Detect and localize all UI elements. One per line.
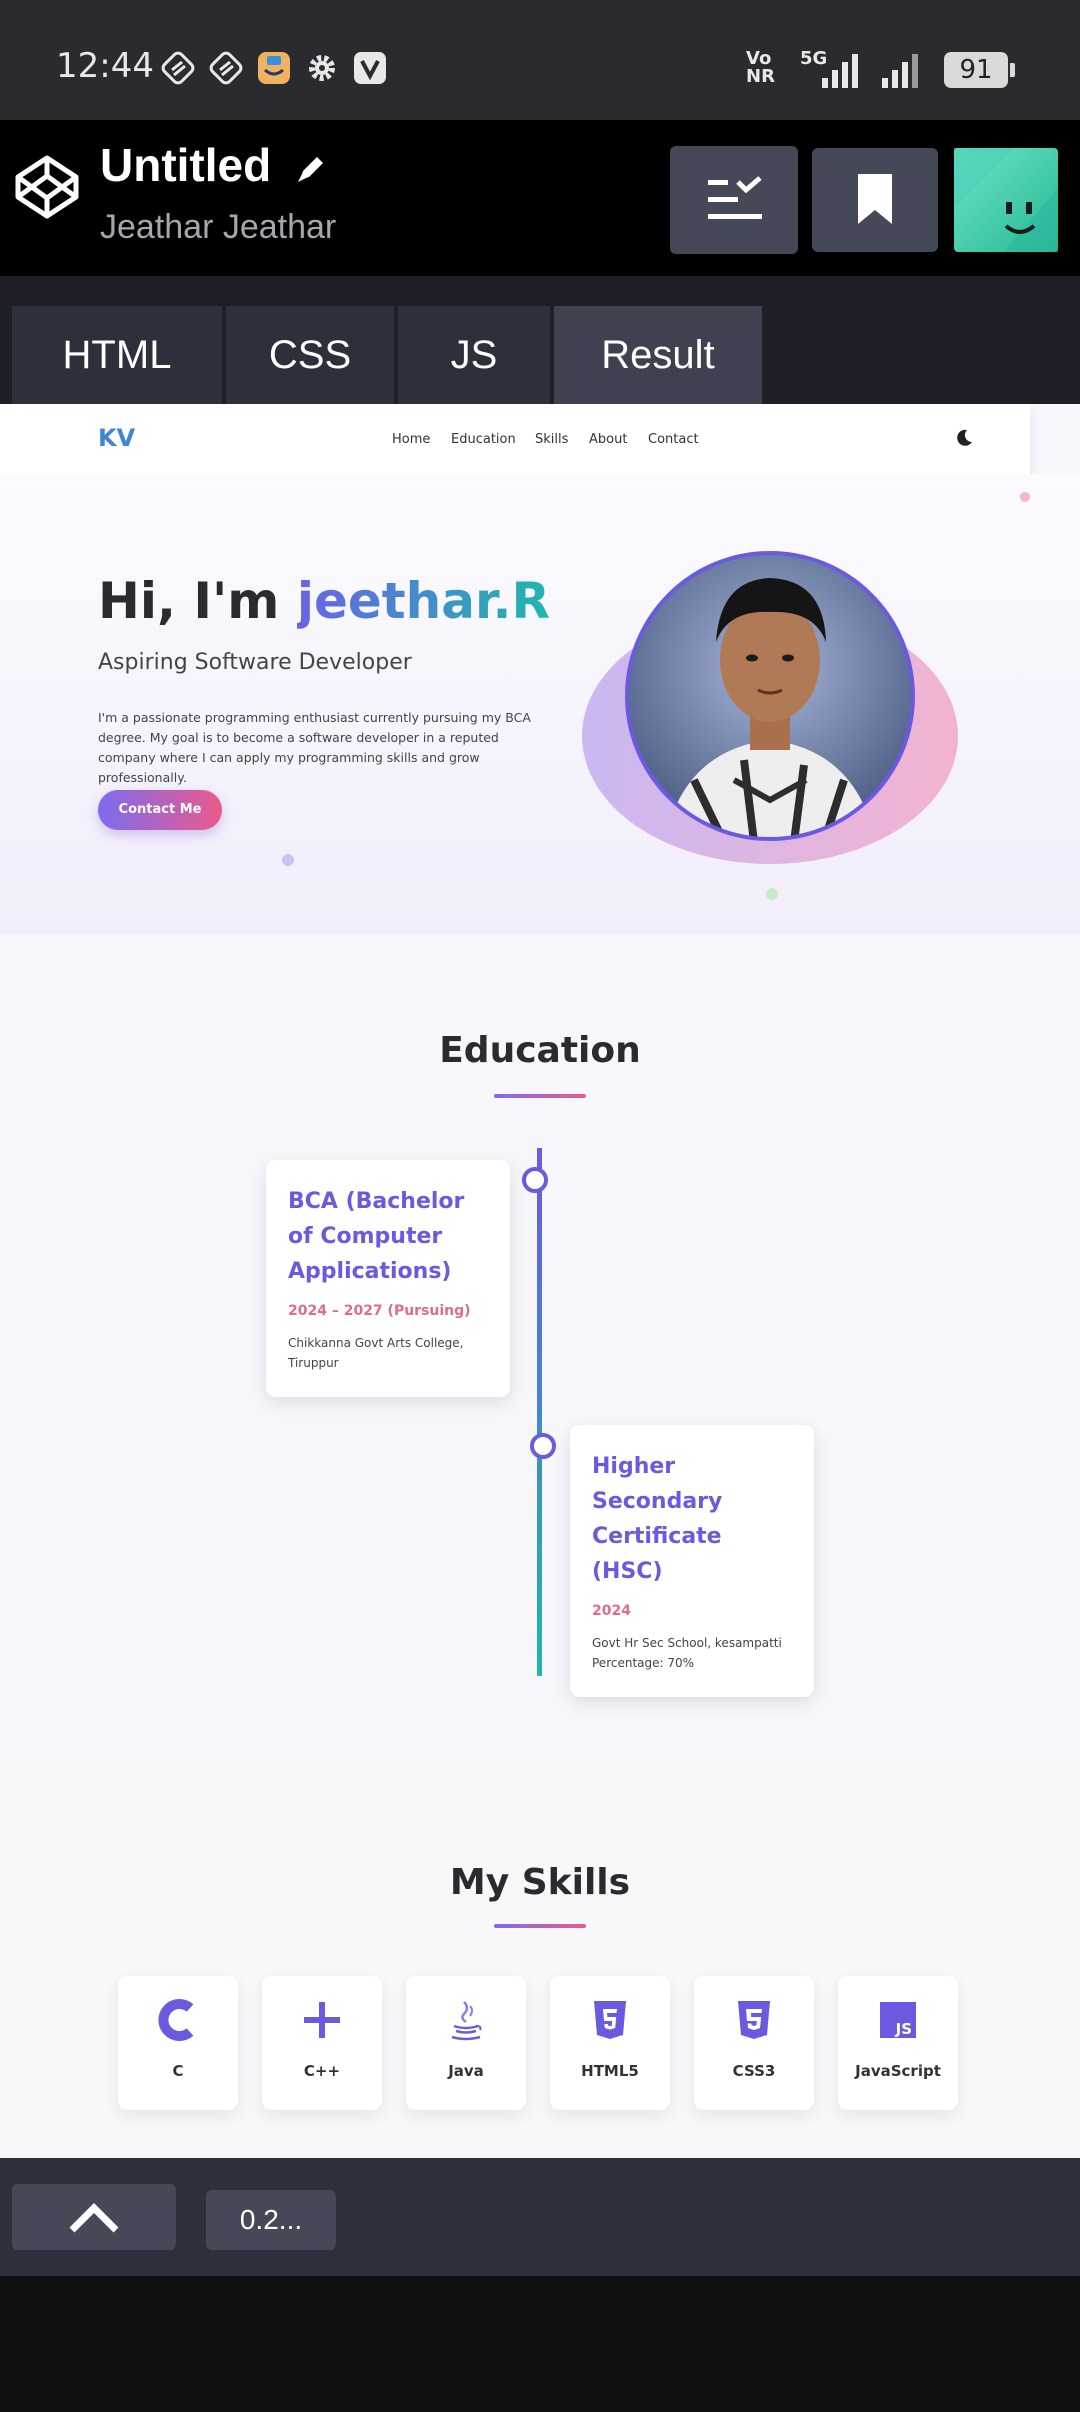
education-card-body: Chikkanna Govt Arts College, Tiruppur bbox=[288, 1336, 464, 1370]
decor-dot bbox=[1020, 492, 1030, 502]
version-button[interactable]: 0.2... bbox=[206, 2190, 336, 2250]
hero-description: I'm a passionate programming enthusiast … bbox=[98, 710, 531, 785]
timeline bbox=[522, 1148, 556, 1676]
decor-dot bbox=[766, 888, 778, 900]
edit-pencil-icon[interactable] bbox=[294, 152, 328, 186]
skill-card-css3[interactable]: CSS3 bbox=[694, 1976, 814, 2110]
skill-label: C++ bbox=[303, 2062, 341, 2080]
skill-label: HTML5 bbox=[581, 2062, 639, 2080]
skill-card-c[interactable]: C bbox=[118, 1976, 238, 2110]
education-card: Higher Secondary Certificate (HSC) 2024 … bbox=[570, 1425, 814, 1697]
nav-link-home[interactable]: Home bbox=[392, 432, 430, 447]
codepen-logo-icon[interactable] bbox=[14, 154, 80, 220]
editor-tabs: HTML CSS JS Result bbox=[0, 280, 1080, 404]
site-navbar: KV Home Education Skills About Contact bbox=[0, 404, 1030, 474]
list-collapse-icon bbox=[708, 176, 762, 219]
hero-name: jeethar.R bbox=[296, 572, 551, 630]
skills-heading: My Skills bbox=[449, 1862, 631, 1903]
skill-card-java[interactable]: Java bbox=[406, 1976, 526, 2110]
tab-result[interactable]: Result bbox=[554, 306, 762, 404]
signal-icon bbox=[882, 54, 918, 88]
vpn-icon bbox=[161, 51, 195, 85]
education-underline bbox=[494, 1094, 586, 1098]
education-card-years: 2024 – 2027 (Pursuing) bbox=[288, 1303, 471, 1319]
expand-console-button[interactable] bbox=[12, 2184, 176, 2250]
signal-icon bbox=[822, 54, 858, 88]
result-preview: KV Home Education Skills About Contact H… bbox=[0, 404, 1080, 2158]
tab-css[interactable]: CSS bbox=[226, 306, 394, 404]
shopping-app-icon bbox=[258, 52, 290, 84]
v-app-icon bbox=[354, 52, 386, 84]
education-card-years: 2024 bbox=[592, 1603, 631, 1619]
education-card-title: Higher Secondary Certificate (HSC) bbox=[592, 1454, 723, 1584]
javascript-icon: JS bbox=[880, 2002, 916, 2038]
dark-mode-moon-icon[interactable] bbox=[954, 428, 974, 448]
vpn-icon bbox=[209, 51, 243, 85]
nav-link-skills[interactable]: Skills bbox=[535, 432, 568, 447]
system-navigation-area bbox=[0, 2276, 1080, 2412]
skill-label: C bbox=[172, 2062, 184, 2080]
hero-title: Hi, I'm jeethar.R bbox=[98, 572, 551, 630]
chevron-up-icon bbox=[69, 2203, 119, 2233]
battery-indicator: 91 bbox=[944, 52, 1015, 88]
pen-author[interactable]: Jeathar Jeathar bbox=[100, 208, 336, 247]
skill-card-javascript[interactable]: JS JavaScript bbox=[838, 1976, 958, 2110]
gear-icon bbox=[309, 55, 335, 81]
c-language-icon bbox=[158, 1999, 194, 2041]
skill-card-cpp[interactable]: C++ bbox=[262, 1976, 382, 2110]
profile-photo bbox=[625, 551, 915, 841]
status-bar: 12:44 Vo NR 5G 91 bbox=[0, 0, 1080, 120]
skill-label: CSS3 bbox=[732, 2062, 776, 2080]
education-card-title: BCA (Bachelor of Computer Applications) bbox=[288, 1189, 465, 1284]
network-label: Vo NR bbox=[746, 48, 775, 87]
skill-label: Java bbox=[448, 2062, 484, 2080]
java-coffee-icon bbox=[451, 2001, 482, 2041]
clock: 12:44 bbox=[56, 46, 154, 86]
education-card-body: Govt Hr Sec School, kesampatti Percentag… bbox=[592, 1636, 782, 1670]
site-logo[interactable]: KV bbox=[98, 424, 135, 452]
bookmark-button[interactable] bbox=[812, 148, 938, 252]
tab-html[interactable]: HTML bbox=[12, 306, 222, 404]
skills-underline bbox=[494, 1924, 586, 1928]
plus-icon bbox=[304, 2002, 340, 2038]
skill-card-html5[interactable]: HTML5 bbox=[550, 1976, 670, 2110]
nav-link-contact[interactable]: Contact bbox=[648, 432, 699, 447]
nav-link-about[interactable]: About bbox=[589, 432, 627, 447]
codepen-header: Untitled Jeathar Jeathar bbox=[0, 120, 1080, 280]
css3-icon bbox=[738, 2001, 770, 2039]
education-card: BCA (Bachelor of Computer Applications) … bbox=[266, 1160, 510, 1397]
html5-icon bbox=[594, 2001, 626, 2039]
decor-dot bbox=[282, 854, 294, 866]
codepen-footer: 0.2... bbox=[0, 2158, 1080, 2276]
nav-link-education[interactable]: Education bbox=[451, 432, 516, 447]
bookmark-icon bbox=[858, 174, 892, 224]
tab-js[interactable]: JS bbox=[398, 306, 550, 404]
hero-subtitle: Aspiring Software Developer bbox=[98, 650, 412, 675]
svg-text:JS: JS bbox=[895, 2020, 912, 2038]
avatar[interactable] bbox=[954, 148, 1058, 252]
layout-menu-button[interactable] bbox=[670, 146, 798, 254]
skill-label: JavaScript bbox=[855, 2062, 941, 2080]
contact-me-button[interactable]: Contact Me bbox=[98, 790, 222, 830]
hero-section: Hi, I'm jeethar.R Aspiring Software Deve… bbox=[0, 474, 1080, 934]
pen-title[interactable]: Untitled bbox=[100, 138, 328, 192]
education-heading: Education bbox=[439, 1030, 641, 1071]
